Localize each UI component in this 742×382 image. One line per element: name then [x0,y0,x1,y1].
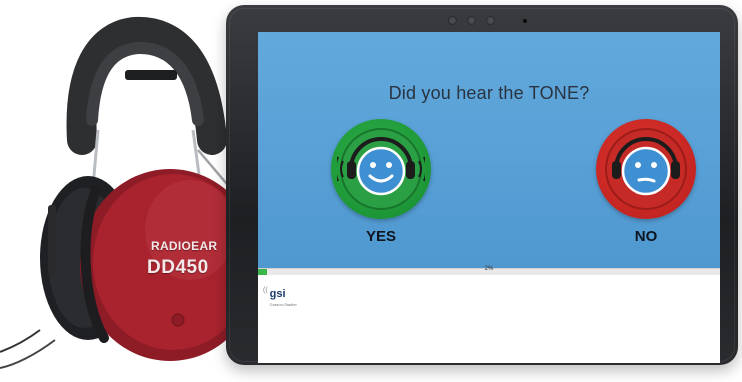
test-question: Did you hear the TONE? [388,83,590,103]
tablet-screen: Did you hear the TONE? YES NO 2% ((gsi … [258,32,720,363]
sensor-dot [448,16,457,25]
sensor-dot [486,16,495,25]
no-label[interactable]: NO [596,228,696,245]
hearing-test-panel: Did you hear the TONE? YES NO [258,32,720,268]
headphone-model-label: DD450 [147,257,209,278]
progress-percentage: 2% [484,266,494,272]
tablet-device: Did you hear the TONE? YES NO 2% ((gsi … [226,5,738,365]
smiling-face-with-headphones-icon [337,128,425,210]
yes-label[interactable]: YES [331,228,431,245]
gsi-logo: (( gsi Grason-Stadler [263,284,297,307]
sensor-dot [467,16,476,25]
camera-lens [523,18,527,23]
no-button[interactable] [596,119,696,219]
yes-button[interactable] [331,119,431,219]
logo-text-block: gsi Grason-Stadler [269,284,297,308]
tablet-camera-bar [448,16,527,25]
neutral-face-with-headphones-icon [605,128,687,210]
headphone-brand-label: RADIOEAR [151,239,218,253]
logo-subtext: Grason-Stadler [269,302,297,307]
logo-text: gsi [269,288,286,300]
logo-mark-icon: (( [263,287,268,294]
